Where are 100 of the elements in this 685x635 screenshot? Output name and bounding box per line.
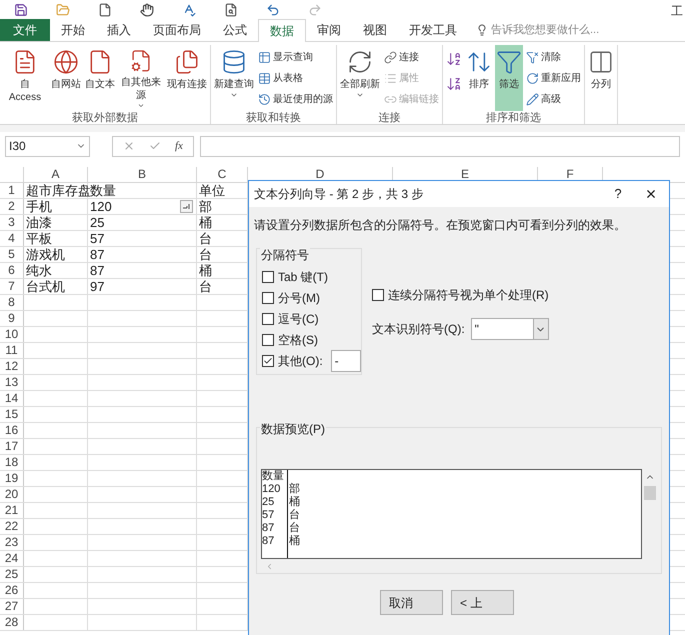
column-header[interactable]: B (88, 167, 197, 182)
lightbulb-icon (476, 24, 488, 36)
table-cell: 25 (90, 215, 104, 230)
help-button[interactable]: ? (603, 184, 633, 204)
sort-ascending-icon (446, 51, 462, 67)
row-header[interactable]: 21 (0, 503, 24, 518)
delimiter-checkbox[interactable]: 空格(S) (262, 331, 318, 349)
funnel-x-icon (526, 50, 539, 64)
row-header[interactable]: 12 (0, 359, 24, 374)
database-icon (221, 49, 247, 75)
delimiter-checkbox[interactable]: Tab 键(T) (262, 268, 328, 286)
table-cell: 油漆 (26, 215, 52, 230)
table-cell: 手机 (26, 199, 52, 214)
row-header[interactable]: 15 (0, 407, 24, 422)
spell-check-icon[interactable] (182, 3, 196, 17)
row-header[interactable]: 17 (0, 439, 24, 454)
name-box[interactable]: I30 (5, 136, 90, 156)
pencil-icon (526, 92, 539, 106)
delimiter-checkbox[interactable]: 分号(M) (262, 289, 320, 307)
ribbon-button[interactable]: 筛选 (495, 45, 523, 111)
dialog-button[interactable]: < 上 (451, 590, 514, 615)
row-header[interactable]: 1 (0, 183, 24, 198)
paste-options-icon[interactable] (180, 200, 193, 213)
scrollbar-thumb[interactable] (644, 486, 656, 500)
delimiter-checkbox[interactable]: 其他(O): (262, 352, 323, 370)
save-icon[interactable] (14, 3, 28, 17)
row-header[interactable]: 6 (0, 263, 24, 278)
row-header[interactable]: 11 (0, 343, 24, 358)
table-cell: 桶 (199, 215, 212, 230)
ribbon-button[interactable]: 高级 (525, 89, 582, 109)
tell-me-field[interactable]: 告诉我您想要做什么... (476, 19, 600, 41)
row-header[interactable]: 9 (0, 311, 24, 326)
ribbon-button[interactable]: 重新应用 (525, 68, 582, 88)
ribbon-tab[interactable]: 开发工具 (398, 19, 468, 41)
ribbon-button[interactable]: 从表格 (257, 68, 334, 88)
row-header[interactable]: 4 (0, 231, 24, 246)
table-cell: 87 (90, 247, 104, 262)
undo-icon[interactable] (266, 3, 280, 17)
ribbon-button[interactable]: 全部刷新 (339, 45, 381, 111)
file-icon[interactable] (98, 3, 112, 17)
ribbon-tab[interactable]: 审阅 (306, 19, 352, 41)
row-header[interactable]: 8 (0, 295, 24, 310)
row-header[interactable]: 23 (0, 535, 24, 550)
table-cell: 台 (199, 279, 212, 294)
table-cell: 部 (199, 199, 212, 214)
table-cell: 桶 (199, 263, 212, 278)
insert-function-button[interactable]: fx (175, 138, 183, 154)
ribbon-button[interactable]: 自 Access (2, 45, 48, 111)
ribbon-button[interactable]: 分列 (587, 45, 615, 111)
print-preview-icon[interactable] (224, 3, 238, 17)
ribbon-button[interactable]: 连接 (383, 47, 440, 67)
dialog-button[interactable]: 取消 (380, 590, 443, 615)
ribbon-tab[interactable]: 开始 (50, 19, 96, 41)
row-header[interactable]: 27 (0, 599, 24, 614)
row-header[interactable]: 20 (0, 487, 24, 502)
ribbon-tab[interactable]: 插入 (96, 19, 142, 41)
row-header[interactable]: 26 (0, 583, 24, 598)
ribbon-button[interactable]: 自其他来源 (118, 45, 164, 111)
row-header[interactable]: 14 (0, 391, 24, 406)
ribbon-button[interactable]: 清除 (525, 47, 582, 67)
ribbon-button[interactable]: 新建查询 (213, 45, 255, 111)
other-delimiter-field[interactable]: - (330, 350, 361, 372)
ribbon-button[interactable]: 自网站 (50, 45, 82, 111)
row-header[interactable]: 18 (0, 455, 24, 470)
hand-icon[interactable] (140, 3, 154, 17)
column-header[interactable]: A (24, 167, 88, 182)
row-header[interactable]: 16 (0, 423, 24, 438)
ribbon-button[interactable]: 现有连接 (166, 45, 208, 111)
row-header[interactable]: 3 (0, 215, 24, 230)
row-header[interactable]: 25 (0, 567, 24, 582)
table-cell: 87 (90, 263, 104, 278)
row-header[interactable]: 24 (0, 551, 24, 566)
row-header[interactable]: 2 (0, 199, 24, 214)
ribbon-button[interactable]: 显示查询 (257, 47, 334, 67)
group-label: 排序和筛选 (485, 111, 542, 124)
row-header[interactable]: 28 (0, 615, 24, 630)
table-cell: 120 (90, 199, 112, 214)
close-button[interactable]: × (633, 185, 669, 203)
check-icon (263, 356, 273, 366)
consecutive-checkbox[interactable]: 连续分隔符号视为单个处理(R) (372, 286, 549, 304)
row-header[interactable]: 22 (0, 519, 24, 534)
row-header[interactable]: 13 (0, 375, 24, 390)
ribbon-tab[interactable]: 数据 (258, 19, 306, 42)
ribbon-tab[interactable]: 公式 (212, 19, 258, 41)
group-title: 数据预览(P) (260, 420, 326, 438)
row-header[interactable]: 19 (0, 471, 24, 486)
sort-descending-icon (446, 76, 462, 92)
row-header[interactable]: 5 (0, 247, 24, 262)
file-tab[interactable]: 文件 (0, 19, 50, 41)
formula-field[interactable] (200, 136, 680, 156)
window-title: 工 (671, 3, 683, 20)
ribbon-button[interactable]: 自文本 (84, 45, 116, 111)
ribbon-button[interactable]: 排序 (465, 45, 493, 111)
ribbon-tab[interactable]: 视图 (352, 19, 398, 41)
row-header[interactable]: 7 (0, 279, 24, 294)
ribbon-tab[interactable]: 页面布局 (142, 19, 212, 41)
row-header[interactable]: 10 (0, 327, 24, 342)
qualifier-select[interactable]: " (470, 318, 549, 340)
ribbon-button[interactable]: 最近使用的源 (257, 89, 334, 109)
delimiter-checkbox[interactable]: 逗号(C) (262, 310, 319, 328)
